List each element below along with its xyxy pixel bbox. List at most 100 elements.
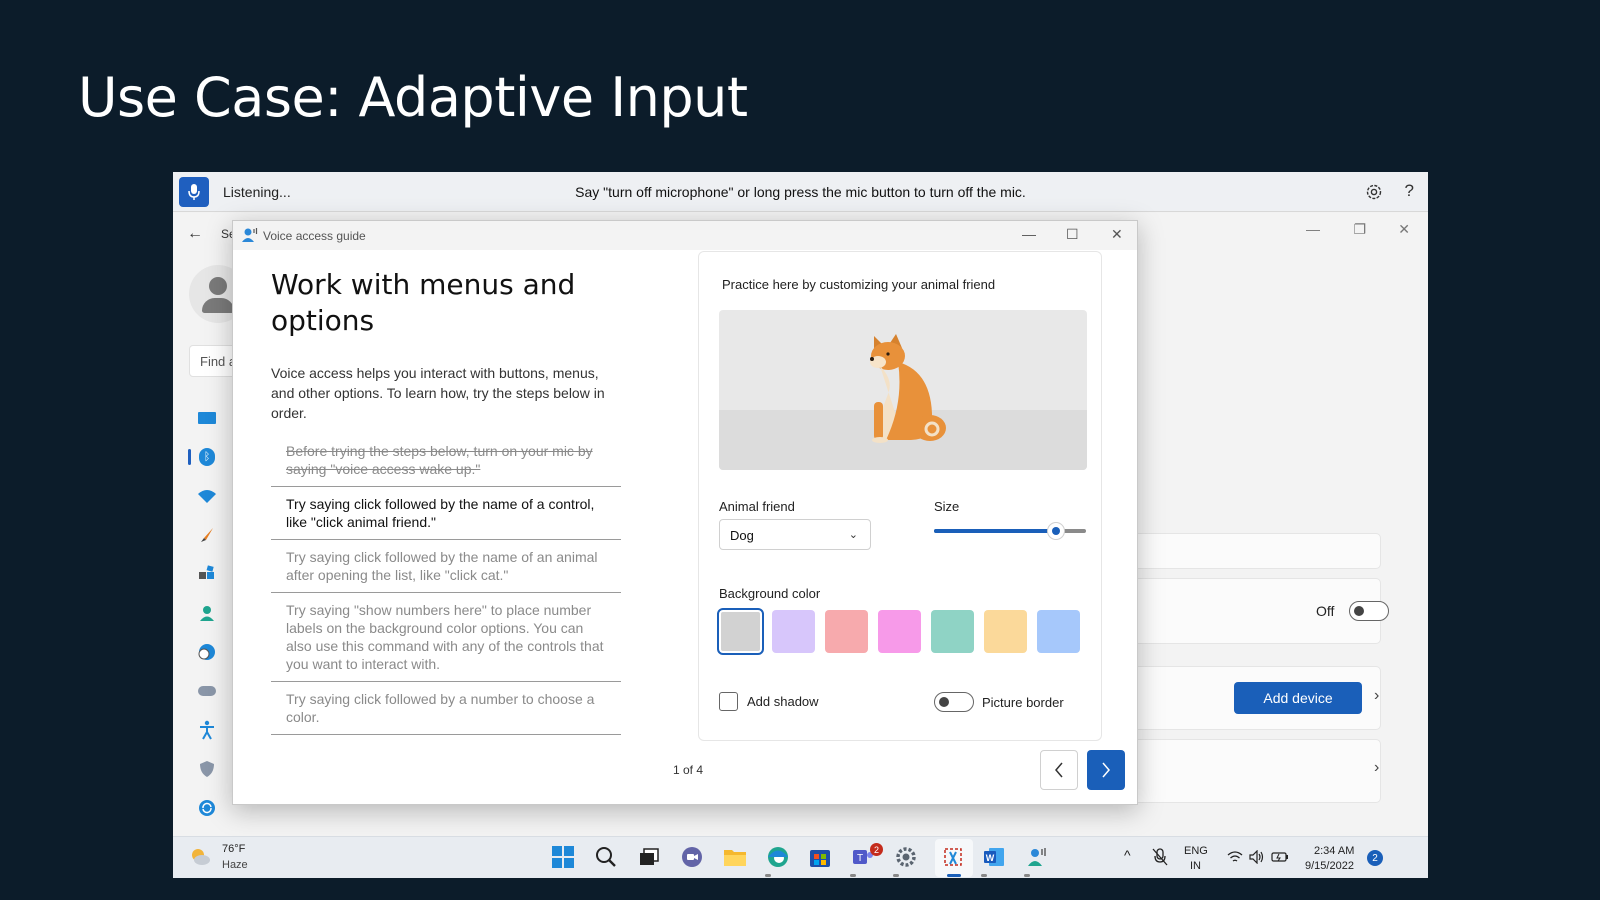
color-swatch[interactable]	[717, 608, 764, 655]
page-indicator: 1 of 4	[673, 763, 704, 777]
minimize-icon[interactable]: —	[1306, 221, 1320, 237]
maximize-icon[interactable]: ☐	[1066, 226, 1079, 243]
taskbar: 76°F Haze T 2 W ^ ENG IN 2:34 AM 9/15/20…	[173, 836, 1428, 878]
animal-friend-label: Animal friend	[719, 499, 795, 514]
previous-button[interactable]	[1040, 750, 1078, 790]
restore-icon[interactable]: ❐	[1353, 221, 1366, 238]
gaming-icon[interactable]	[197, 681, 217, 701]
personalization-icon[interactable]	[197, 525, 217, 545]
accounts-icon[interactable]	[197, 603, 217, 623]
language-indicator-line1[interactable]: ENG	[1184, 844, 1208, 858]
settings-gear-icon[interactable]	[893, 844, 919, 870]
size-label: Size	[934, 499, 960, 514]
windows-update-icon[interactable]	[197, 798, 217, 818]
guide-window-title: Voice access guide	[263, 229, 366, 243]
clock-time[interactable]: 2:34 AM	[1314, 844, 1354, 858]
battery-icon[interactable]	[1270, 844, 1290, 870]
guide-titlebar: Voice access guide — ☐ ✕	[233, 221, 1137, 250]
step-item: Try saying click followed by the name of…	[271, 540, 621, 593]
time-language-icon[interactable]	[197, 642, 217, 662]
running-indicator	[1024, 874, 1030, 877]
word-icon[interactable]: W	[981, 844, 1007, 870]
running-indicator	[981, 874, 987, 877]
svg-text:T: T	[857, 853, 863, 864]
svg-text:W: W	[986, 853, 995, 863]
weather-haze-icon[interactable]	[189, 847, 211, 867]
task-view-icon[interactable]	[636, 844, 662, 870]
step-item-current: Try saying click followed by the name of…	[271, 487, 621, 540]
microphone-muted-icon[interactable]	[1150, 844, 1170, 870]
microsoft-store-icon[interactable]	[807, 844, 833, 870]
bluetooth-toggle[interactable]	[1349, 601, 1389, 621]
back-arrow-icon[interactable]: ←	[187, 225, 203, 243]
animal-friend-dropdown[interactable]: Dog ⌄	[719, 519, 871, 550]
color-swatch[interactable]	[772, 610, 815, 653]
minimize-icon[interactable]: —	[1022, 226, 1036, 242]
wifi-icon[interactable]	[1226, 844, 1244, 870]
weather-temperature[interactable]: 76°F	[222, 843, 245, 855]
privacy-shield-icon[interactable]	[197, 759, 217, 779]
weather-description[interactable]: Haze	[222, 859, 248, 871]
apps-icon[interactable]	[197, 564, 217, 584]
close-icon[interactable]: ✕	[1398, 221, 1410, 238]
chevron-right-icon[interactable]: ›	[1374, 759, 1379, 777]
chevron-right-icon[interactable]: ›	[1374, 687, 1379, 705]
picture-border-label: Picture border	[982, 695, 1064, 710]
size-slider-thumb[interactable]	[1046, 522, 1065, 540]
color-swatch[interactable]	[984, 610, 1027, 653]
dog-illustration	[870, 334, 946, 443]
bluetooth-icon[interactable]: ᛒ	[197, 447, 217, 467]
guide-intro: Voice access helps you interact with but…	[271, 365, 605, 421]
desktop-screenshot: Listening... Say "turn off microphone" o…	[173, 172, 1428, 878]
background-color-label: Background color	[719, 586, 821, 601]
bluetooth-toggle-label: Off	[1316, 603, 1335, 619]
nav-selection-indicator	[188, 449, 191, 465]
color-swatch[interactable]	[878, 610, 921, 653]
step-item: Try saying click followed by a number to…	[271, 682, 621, 735]
chevron-down-icon: ⌄	[848, 529, 858, 541]
picture-border-toggle[interactable]	[934, 692, 974, 712]
step-item: Try saying "show numbers here" to place …	[271, 593, 621, 682]
size-slider[interactable]	[934, 522, 1086, 540]
file-explorer-icon[interactable]	[722, 844, 748, 870]
next-button[interactable]	[1087, 750, 1125, 790]
start-windows-icon[interactable]	[550, 844, 576, 870]
help-button[interactable]: ?	[1405, 181, 1414, 201]
add-shadow-checkbox[interactable]	[719, 692, 738, 711]
volume-icon[interactable]	[1248, 844, 1266, 870]
close-icon[interactable]: ✕	[1111, 226, 1123, 243]
color-swatch[interactable]	[825, 610, 868, 653]
animal-friend-value: Dog	[730, 528, 754, 543]
chevron-right-icon	[1102, 762, 1110, 778]
notification-badge[interactable]: 2	[1367, 850, 1383, 866]
guide-heading: Work with menus and options	[271, 268, 576, 337]
slide-title: Use Case: Adaptive Input	[78, 66, 748, 129]
accessibility-icon[interactable]	[197, 720, 217, 740]
animal-picture	[719, 310, 1087, 470]
snipping-tool-icon[interactable]	[940, 844, 966, 870]
running-indicator	[893, 874, 899, 877]
running-indicator	[850, 874, 856, 877]
size-slider-fill	[934, 529, 1056, 533]
system-icon[interactable]	[197, 408, 217, 428]
teams-notification-badge: 2	[870, 843, 883, 856]
color-swatch[interactable]	[931, 610, 974, 653]
clock-date[interactable]: 9/15/2022	[1305, 859, 1354, 873]
language-indicator-line2[interactable]: IN	[1190, 859, 1201, 873]
add-device-button[interactable]: Add device	[1234, 682, 1362, 714]
voice-access-bar: Listening... Say "turn off microphone" o…	[173, 172, 1428, 212]
practice-title: Practice here by customizing your animal…	[722, 277, 996, 292]
search-icon[interactable]	[593, 844, 619, 870]
background-color-swatches	[717, 608, 1080, 655]
voice-access-icon[interactable]	[1024, 844, 1050, 870]
voice-access-guide-window: Voice access guide — ☐ ✕ Work with menus…	[232, 220, 1138, 805]
color-swatch[interactable]	[1037, 610, 1080, 653]
gear-icon[interactable]	[1364, 182, 1384, 202]
active-running-indicator	[947, 874, 961, 877]
practice-panel: Practice here by customizing your animal…	[698, 251, 1102, 741]
chevron-up-icon[interactable]: ^	[1124, 848, 1131, 862]
edge-browser-icon[interactable]	[765, 844, 791, 870]
wifi-icon[interactable]	[197, 486, 217, 506]
chat-icon[interactable]	[679, 844, 705, 870]
settings-card-more	[1131, 739, 1381, 803]
